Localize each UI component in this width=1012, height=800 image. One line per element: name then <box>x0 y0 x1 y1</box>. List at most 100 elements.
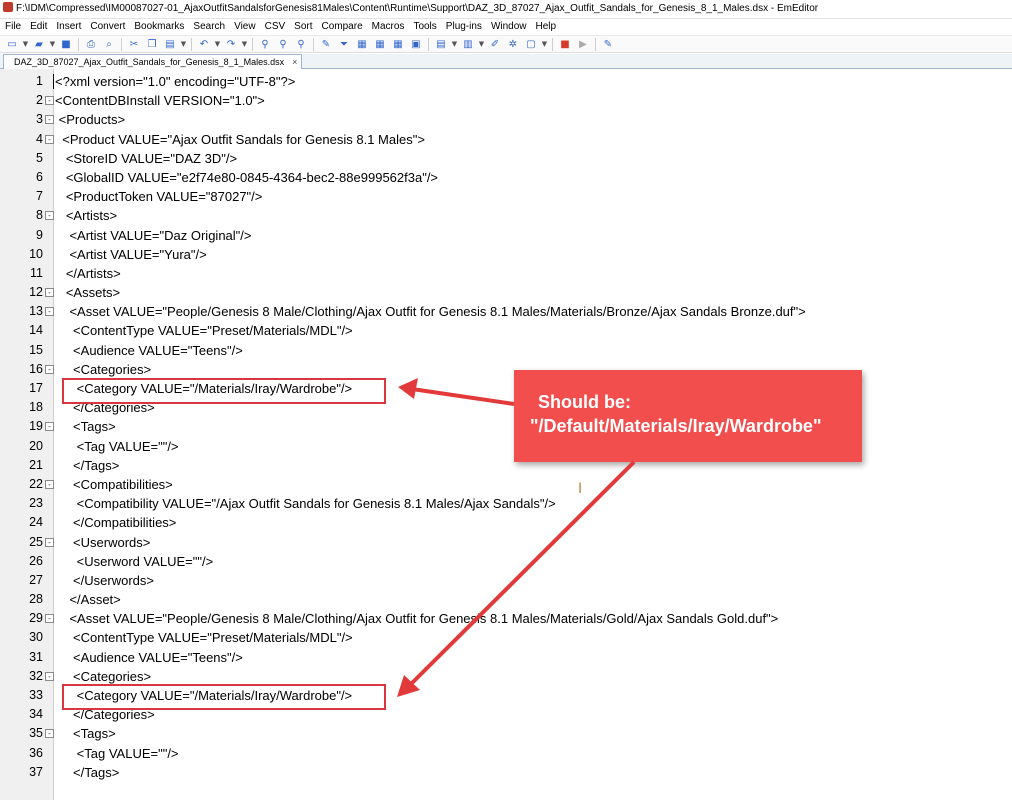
menu-window[interactable]: Window <box>486 19 531 34</box>
line-number: 31 <box>29 649 43 664</box>
menu-search[interactable]: Search <box>188 19 229 34</box>
new-dropdown-icon[interactable]: ▼ <box>22 38 29 51</box>
code-line[interactable]: 30 <ContentType VALUE="Preset/Materials/… <box>0 628 1012 647</box>
fold-toggle-icon[interactable]: - <box>45 671 54 681</box>
redo-dropdown-icon[interactable]: ▼ <box>241 38 248 51</box>
cut-icon[interactable]: ✂ <box>127 38 141 51</box>
menu-plug-ins[interactable]: Plug-ins <box>441 19 486 34</box>
code-line[interactable]: 28 </Asset> <box>0 590 1012 609</box>
close-icon[interactable]: × <box>292 57 297 67</box>
paste-dropdown-icon[interactable]: ▼ <box>180 38 187 51</box>
code-line[interactable]: 7 <ProductToken VALUE="87027"/> <box>0 187 1012 206</box>
save-icon[interactable]: ■ <box>59 38 73 51</box>
code-line[interactable]: 29- <Asset VALUE="People/Genesis 8 Male/… <box>0 609 1012 628</box>
new-file-icon[interactable]: ▭ <box>5 38 19 51</box>
code-line[interactable]: 26 <Userword VALUE=""/> <box>0 552 1012 571</box>
menu-help[interactable]: Help <box>531 19 561 34</box>
window-icon[interactable]: ▢ <box>524 38 538 51</box>
print-preview-icon[interactable]: ⌕ <box>102 38 116 51</box>
wrap-icon[interactable]: ▣ <box>409 38 423 51</box>
window-dropdown-icon[interactable]: ▼ <box>541 38 548 51</box>
undo-dropdown-icon[interactable]: ▼ <box>214 38 221 51</box>
code-text: <GlobalID VALUE="e2f74e80-0845-4364-bec2… <box>55 169 439 185</box>
menu-edit[interactable]: Edit <box>25 19 51 34</box>
customize-icon[interactable]: ✲ <box>506 38 520 51</box>
fold-toggle-icon[interactable]: - <box>45 211 54 221</box>
code-line[interactable]: 4- <Product VALUE="Ajax Outfit Sandals f… <box>0 130 1012 149</box>
code-line[interactable]: 1 <?xml version="1.0" encoding="UTF-8"?> <box>0 72 1012 91</box>
open-folder-icon[interactable]: ▰ <box>32 38 46 51</box>
menu-bookmarks[interactable]: Bookmarks <box>129 19 188 34</box>
fold-toggle-icon[interactable]: - <box>45 479 54 489</box>
highlight-icon[interactable]: ✎ <box>319 38 333 51</box>
view-dropdown-icon[interactable]: ▼ <box>478 38 485 51</box>
undo-icon[interactable]: ↶ <box>197 38 211 51</box>
print-icon[interactable]: ⎙ <box>84 38 98 51</box>
open-dropdown-icon[interactable]: ▼ <box>49 38 56 51</box>
code-line[interactable]: 11 </Artists> <box>0 264 1012 283</box>
fold-toggle-icon[interactable]: - <box>45 307 54 317</box>
code-line[interactable]: 8- <Artists> <box>0 206 1012 225</box>
code-line[interactable]: 12- <Assets> <box>0 283 1012 302</box>
fold-toggle-icon[interactable]: - <box>45 422 54 432</box>
code-line[interactable]: 9 <Artist VALUE="Daz Original"/> <box>0 226 1012 245</box>
code-line[interactable]: 15 <Audience VALUE="Teens"/> <box>0 341 1012 360</box>
code-line[interactable]: 25- <Userwords> <box>0 533 1012 552</box>
menu-view[interactable]: View <box>229 19 260 34</box>
record-macro-icon[interactable]: ■ <box>558 38 572 51</box>
redo-icon[interactable]: ↷ <box>224 38 238 51</box>
find-previous-icon[interactable]: ⚲ <box>294 38 308 51</box>
menu-sort[interactable]: Sort <box>289 19 316 34</box>
menu-macros[interactable]: Macros <box>367 19 409 34</box>
code-line[interactable]: 23 <Compatibility VALUE="/Ajax Outfit Sa… <box>0 494 1012 513</box>
code-line[interactable]: 13- <Asset VALUE="People/Genesis 8 Male/… <box>0 302 1012 321</box>
plugin-icon[interactable]: ✎ <box>601 38 615 51</box>
code-line[interactable]: 31 <Audience VALUE="Teens"/> <box>0 648 1012 667</box>
code-line[interactable]: 3- <Products> <box>0 110 1012 129</box>
config-dropdown-icon[interactable]: ▼ <box>451 38 458 51</box>
fold-toggle-icon[interactable]: - <box>45 729 54 739</box>
text-cursor-icon: I <box>578 481 583 497</box>
fold-toggle-icon[interactable]: - <box>45 364 54 374</box>
toolbar-separator <box>78 37 79 51</box>
config-icon[interactable]: ▤ <box>434 38 448 51</box>
find-icon[interactable]: ⚲ <box>258 38 272 51</box>
code-line[interactable]: 22- <Compatibilities> <box>0 475 1012 494</box>
find-next-icon[interactable]: ⚲ <box>276 38 290 51</box>
menu-csv[interactable]: CSV <box>260 19 290 34</box>
code-text: <Compatibilities> <box>55 476 173 492</box>
code-line[interactable]: 14 <ContentType VALUE="Preset/Materials/… <box>0 321 1012 340</box>
paste-icon[interactable]: ▤ <box>163 38 177 51</box>
code-line[interactable]: 10 <Artist VALUE="Yura"/> <box>0 245 1012 264</box>
code-line[interactable]: 6 <GlobalID VALUE="e2f74e80-0845-4364-be… <box>0 168 1012 187</box>
fold-toggle-icon[interactable]: - <box>45 115 54 125</box>
code-line[interactable]: 37 </Tags> <box>0 763 1012 782</box>
code-line[interactable]: 35- <Tags> <box>0 724 1012 743</box>
column-icon[interactable]: ▦ <box>391 38 405 51</box>
csv-mode-icon[interactable]: ▦ <box>355 38 369 51</box>
code-line[interactable]: 2- <ContentDBInstall VERSION="1.0"> <box>0 91 1012 110</box>
fold-toggle-icon[interactable]: - <box>45 537 54 547</box>
run-macro-icon[interactable]: ▶ <box>576 38 590 51</box>
line-number: 10 <box>29 246 43 261</box>
menu-file[interactable]: File <box>0 19 25 34</box>
view-icon[interactable]: ▥ <box>461 38 475 51</box>
code-line[interactable]: 24 </Compatibilities> <box>0 513 1012 532</box>
menu-insert[interactable]: Insert <box>51 19 85 34</box>
code-line[interactable]: 5 <StoreID VALUE="DAZ 3D"/> <box>0 149 1012 168</box>
menu-convert[interactable]: Convert <box>85 19 129 34</box>
properties-icon[interactable]: ✐ <box>488 38 502 51</box>
fold-toggle-icon[interactable]: - <box>45 288 54 298</box>
fold-toggle-icon[interactable]: - <box>45 614 54 624</box>
code-text: <Tag VALUE=""/> <box>55 438 179 454</box>
fold-toggle-icon[interactable]: - <box>45 96 54 106</box>
menu-tools[interactable]: Tools <box>408 19 440 34</box>
code-line[interactable]: 27 </Userwords> <box>0 571 1012 590</box>
menu-compare[interactable]: Compare <box>317 19 367 34</box>
filter-icon[interactable]: ⏷ <box>337 38 351 51</box>
copy-icon[interactable]: ❐ <box>145 38 159 51</box>
fold-toggle-icon[interactable]: - <box>45 134 54 144</box>
tab-document[interactable]: DAZ_3D_87027_Ajax_Outfit_Sandals_for_Gen… <box>3 54 303 69</box>
code-line[interactable]: 36 <Tag VALUE=""/> <box>0 744 1012 763</box>
sort-icon[interactable]: ▦ <box>373 38 387 51</box>
